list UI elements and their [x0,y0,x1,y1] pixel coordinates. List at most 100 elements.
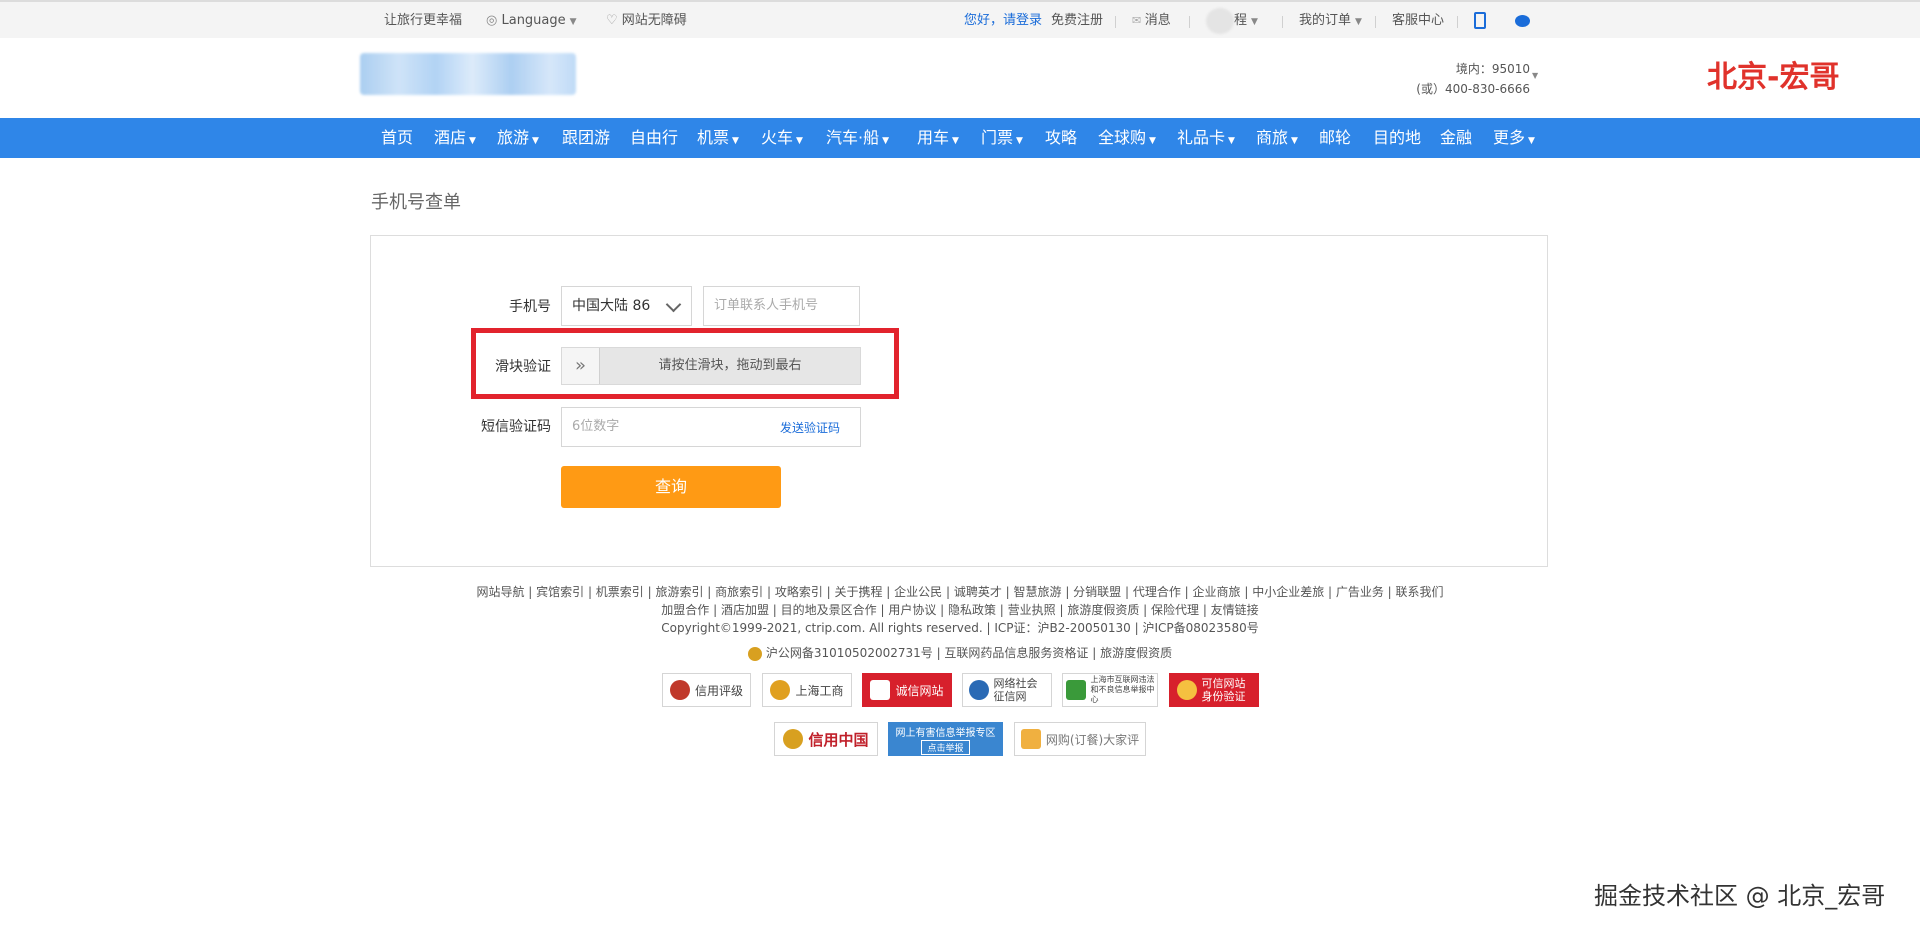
heart-icon: ♡ [606,13,622,28]
query-button[interactable]: 查询 [561,466,781,508]
slider-instruction: 请按住滑块，拖动到最右 [658,358,802,373]
badge-credit-rating[interactable]: 信用评级 [662,673,751,707]
caret-down-icon: ▼ [796,136,803,146]
license-line: 沪公网备31010502002731号 | 互联网药品信息服务资格证 | 旅游度… [0,644,1920,661]
nav-item-travel[interactable]: 旅游 ▼ [497,118,539,158]
my-ctrip-menu[interactable]: 程 ▼ [1206,2,1258,40]
footer-links-line1[interactable]: 网站导航 | 宾馆索引 | 机票索引 | 旅游索引 | 商旅索引 | 攻略索引 … [0,583,1920,600]
avatar [1206,7,1234,34]
caret-down-icon: ▼ [1291,136,1298,146]
police-badge-icon [747,646,762,661]
report-center-icon [1065,680,1086,700]
caret-down-icon: ▼ [1228,136,1235,146]
caret-down-icon: ▼ [1016,136,1023,146]
footer-links-line2[interactable]: 加盟合作 | 酒店加盟 | 目的地及景区合作 | 用户协议 | 隐私政策 | 营… [0,601,1920,618]
nav-item-gift-card[interactable]: 礼品卡 ▼ [1177,118,1235,158]
caret-down-icon: ▼ [532,136,539,146]
site-logo[interactable] [360,53,576,95]
mail-icon: ✉ [1132,14,1145,27]
badge-harmful-info-report[interactable]: 网上有害信息举报专区 点击举报 [888,722,1003,756]
divider [1457,16,1458,28]
my-orders-label: 我的订单 [1299,13,1352,28]
sms-code-input[interactable]: 6位数字 [572,408,619,446]
phone-label: 手机号 [509,299,551,315]
nav-item-flights[interactable]: 机票 ▼ [697,118,739,158]
copyright: Copyright©1999-2021, ctrip.com. All righ… [661,621,1259,635]
nav-item-guides[interactable]: 攻略 [1045,118,1077,158]
service-center-link[interactable]: 客服中心 [1392,2,1444,40]
nav-item-train[interactable]: 火车 ▼ [761,118,803,158]
my-ctrip-label: 程 [1234,13,1248,28]
caret-down-icon: ▼ [882,136,890,146]
page-title: 手机号查单 [371,192,461,213]
top-utility-bar: 让旅行更幸福 ◎ Language ▼ ♡ 网站无障碍 您好，请登录 免费注册 ✉… [0,0,1920,38]
hotline-alt: (或）400-830-6666 [1416,82,1530,96]
globe-icon: ◎ [486,13,502,28]
slider-captcha[interactable]: » 请按住滑块，拖动到最右 [561,347,861,385]
accessibility-label: 网站无障碍 [621,13,687,28]
caret-down-icon: ▼ [1251,17,1258,27]
badge-credit-china[interactable]: 信用中国 [774,722,878,756]
caret-down-icon: ▼ [1528,136,1535,146]
sms-code-label: 短信验证码 [481,419,551,435]
divider [1375,16,1376,28]
author-overlay-text: 北京-宏哥 [1707,60,1840,95]
my-orders-menu[interactable]: 我的订单 ▼ [1299,2,1362,40]
send-code-button[interactable]: 发送验证码 [780,408,840,448]
divider [1115,16,1116,28]
caret-down-icon[interactable]: ▼ [1532,71,1538,80]
mobile-app-icon[interactable] [1474,2,1486,40]
caret-down-icon: ▼ [1355,17,1362,27]
badge-social-credit[interactable]: 网络社会征信网 [962,673,1052,707]
caret-down-icon: ▼ [569,17,577,27]
shield-icon [968,680,989,700]
pencil-icon [1020,729,1041,749]
badge-online-shopping-review[interactable]: 网购(订餐)大家评 [1014,722,1146,756]
wechat-icon[interactable] [1515,2,1530,40]
license-text[interactable]: 沪公网备31010502002731号 | 互联网药品信息服务资格证 | 旅游度… [766,646,1172,660]
messages-link[interactable]: ✉ 消息 [1132,2,1171,40]
slogan: 让旅行更幸福 [384,13,463,28]
caret-down-icon: ▼ [1149,136,1156,146]
nav-item-global-shop[interactable]: 全球购 ▼ [1098,118,1156,158]
messages-label: 消息 [1144,13,1171,28]
slider-handle[interactable]: » [562,348,600,384]
double-chevron-right-icon: » [574,355,586,376]
language-selector[interactable]: ◎ Language ▼ [486,2,577,40]
caret-down-icon: ▼ [952,136,959,146]
phone-input[interactable]: 订单联系人手机号 [703,286,860,326]
main-nav: 首页 酒店 ▼ 旅游 ▼ 跟团游 自由行 机票 ▼ 火车 ▼ 汽车·船 ▼ 用车 ▼ 门票 ▼… [0,118,1920,158]
nav-item-hotel[interactable]: 酒店 ▼ [434,118,476,158]
nav-item-destination[interactable]: 目的地 [1373,118,1421,158]
badge-shanghai-commerce[interactable]: 上海工商 [762,673,852,707]
report-now-label: 点击举报 [921,739,970,755]
sms-code-field[interactable]: 6位数字 发送验证码 [561,407,861,447]
nav-item-business[interactable]: 商旅 ▼ [1256,118,1298,158]
nav-item-group-tour[interactable]: 跟团游 [562,118,610,158]
badge-trusted-site[interactable]: 诚信网站 [862,673,952,707]
nav-item-bus-ship[interactable]: 汽车·船 ▼ [826,118,889,158]
caret-down-icon: ▼ [732,136,739,146]
nav-item-finance[interactable]: 金融 [1440,118,1472,158]
nav-item-independent[interactable]: 自由行 [630,118,678,158]
verify-icon [1176,680,1197,700]
watermark: 掘金技术社区 @ 北京_宏哥 [1594,882,1886,910]
caret-down-icon: ▼ [469,136,476,146]
nav-item-cruise[interactable]: 邮轮 [1319,118,1351,158]
query-form-panel [370,235,1548,567]
nav-item-tickets[interactable]: 门票 ▼ [981,118,1023,158]
accessibility-link[interactable]: ♡ 网站无障碍 [606,2,687,40]
divider [1282,16,1283,28]
trust-icon [870,680,891,700]
nav-item-home[interactable]: 首页 [381,118,413,158]
nav-item-more[interactable]: 更多 ▼ [1493,118,1535,158]
nav-item-car[interactable]: 用车 ▼ [917,118,959,158]
login-link[interactable]: 您好，请登录 [964,2,1042,40]
country-code-value: 中国大陆 86 [572,298,651,314]
badge-site-verification[interactable]: 可信网站身份验证 [1169,673,1259,707]
slider-label: 滑块验证 [495,359,551,375]
emblem-icon [783,729,804,749]
country-code-select[interactable]: 中国大陆 86 [561,286,692,326]
badge-report-center[interactable]: 上海市互联网违法和不良信息举报中心 [1062,673,1158,707]
register-link[interactable]: 免费注册 [1051,2,1103,40]
